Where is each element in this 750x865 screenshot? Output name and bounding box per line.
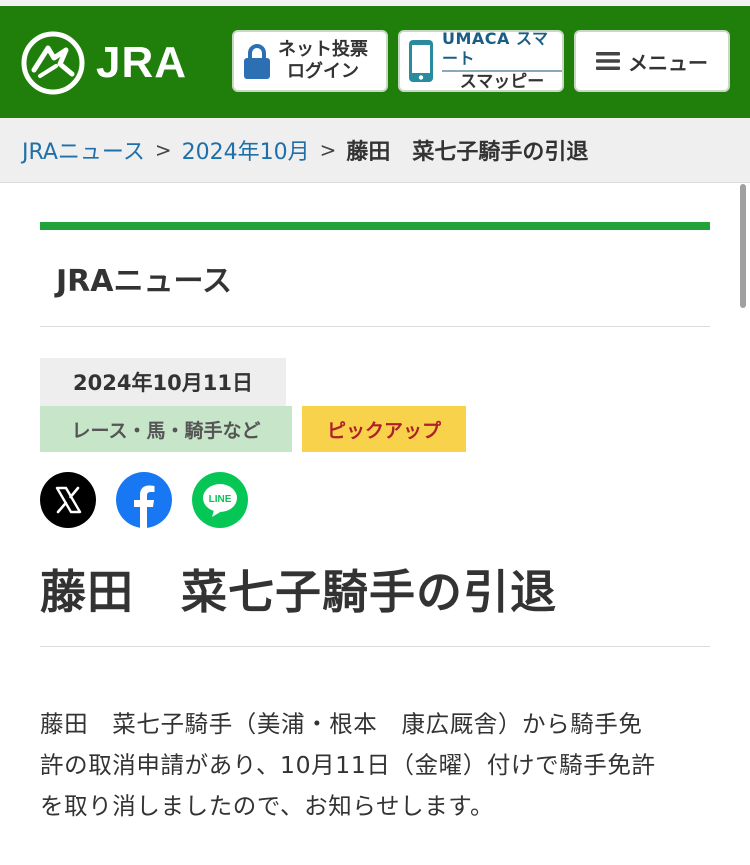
pickup-tag: ピックアップ (302, 406, 466, 452)
divider (40, 326, 710, 327)
section-title: JRAニュース (56, 264, 232, 299)
jra-logo[interactable]: JRA (20, 30, 187, 96)
menu-button[interactable]: メニュー (574, 30, 730, 92)
section-accent-bar (40, 222, 710, 230)
line-icon: LINE (203, 484, 237, 517)
x-icon (55, 486, 82, 514)
net-vote-login-button[interactable]: ネット投票 ログイン (232, 30, 388, 92)
share-line-button[interactable]: LINE (192, 472, 248, 528)
hamburger-menu-icon (596, 52, 620, 70)
breadcrumb-link-month[interactable]: 2024年10月 (182, 134, 310, 166)
lock-icon (244, 44, 270, 79)
category-tag: レース・馬・騎手など (40, 406, 292, 452)
breadcrumb-current: 藤田 菜七子騎手の引退 (346, 140, 589, 165)
share-facebook-button[interactable] (116, 472, 172, 528)
facebook-icon (134, 485, 155, 528)
jra-horse-logo-icon (21, 31, 85, 95)
breadcrumb-separator: > (319, 138, 337, 162)
umaca-smart-button[interactable]: UMACA スマート スマッピー (398, 29, 564, 92)
divider (40, 646, 710, 647)
site-header: JRA ネット投票 ログイン UMACA スマート スマッピー メニュー (0, 0, 750, 118)
breadcrumb-link-jra-news[interactable]: JRAニュース (22, 134, 145, 166)
article-title: 藤田 菜七子騎手の引退 (40, 565, 557, 619)
breadcrumb-separator: > (154, 138, 172, 162)
smartphone-icon (409, 40, 433, 82)
article-date: 2024年10月11日 (40, 358, 286, 406)
login-label-line1: ネット投票 (278, 39, 368, 61)
scrollbar-thumb[interactable] (740, 184, 746, 308)
svg-text:LINE: LINE (209, 494, 232, 505)
login-label-line2: ログイン (287, 61, 359, 82)
article-body: 藤田 菜七子騎手（美浦・根本 康広厩舎）から騎手免 許の取消申請があり、10月1… (40, 710, 656, 820)
share-x-button[interactable] (40, 472, 96, 528)
menu-label: メニュー (628, 50, 708, 75)
breadcrumb: JRAニュース > 2024年10月 > 藤田 菜七子騎手の引退 (0, 118, 750, 183)
umaca-label: UMACA スマート (442, 29, 562, 72)
smappy-label: スマッピー (459, 71, 545, 92)
logo-text: JRA (96, 38, 188, 87)
